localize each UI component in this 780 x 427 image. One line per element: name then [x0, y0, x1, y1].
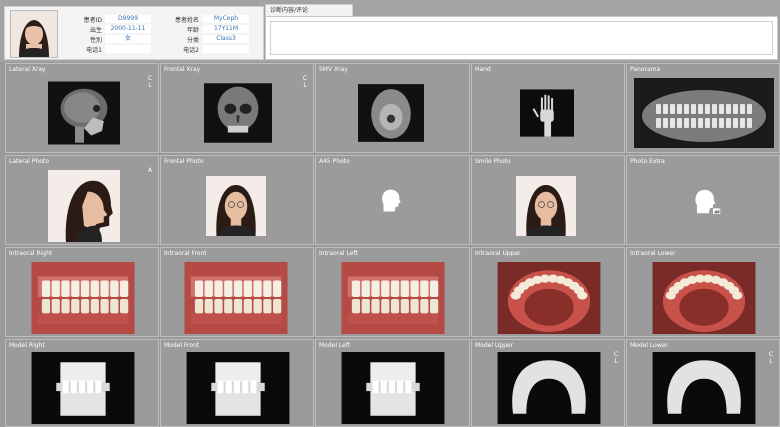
phone2-label: 电话2: [183, 47, 199, 54]
diagnosis-tab[interactable]: 诊断内容/评论: [265, 4, 353, 16]
image-slot-model-upper[interactable]: Model Upper C L: [471, 339, 625, 427]
image-slot-title: Lateral Photo: [9, 158, 49, 165]
phone2-value: [203, 45, 249, 53]
age-label: 年龄: [186, 27, 199, 34]
image-slot-model-left[interactable]: Model Left: [315, 339, 470, 427]
patient-photo-icon[interactable]: [206, 170, 266, 242]
image-slot-model-lower[interactable]: Model Lower C L: [626, 339, 780, 427]
xray-image-icon[interactable]: [633, 78, 775, 148]
image-slot-frontal-photo[interactable]: Frontal Photo: [160, 155, 314, 245]
birth-value: 2000-11-11: [105, 25, 151, 33]
image-slot-title: Model Right: [9, 342, 45, 349]
image-slot-title: Model Lower: [630, 342, 668, 349]
patient-photo-icon[interactable]: [48, 170, 120, 242]
phone1-value: [105, 45, 151, 53]
image-slot-intraoral-front[interactable]: Intraoral Front: [160, 247, 314, 337]
image-slot-photo-extra[interactable]: Photo Extra: [626, 155, 780, 245]
calibration-marker[interactable]: A: [146, 167, 154, 174]
image-slot-model-front[interactable]: Model Front: [160, 339, 314, 427]
image-slot-title: Lateral Xray: [9, 66, 46, 73]
dental-model-image-icon[interactable]: [490, 352, 608, 424]
intraoral-teeth-image-icon[interactable]: [28, 262, 138, 334]
intraoral-teeth-image-icon[interactable]: [649, 262, 759, 334]
patient-info-card: 患者ID D9999 出生 2000-11-11 性別 女 电话1 患者姓名 M…: [4, 6, 264, 60]
image-slot-intraoral-upper[interactable]: Intraoral Upper: [471, 247, 625, 337]
image-slot-a45-photo[interactable]: A45 Photo: [315, 155, 470, 245]
image-slot-model-right[interactable]: Model Right: [5, 339, 159, 427]
image-slot-panorama[interactable]: Panorama: [626, 63, 780, 153]
image-slot-title: Photo Extra: [630, 158, 665, 165]
image-slot-title: SMV Xray: [319, 66, 348, 73]
image-slot-title: Model Upper: [475, 342, 514, 349]
patient-header: 患者ID D9999 出生 2000-11-11 性別 女 电话1 患者姓名 M…: [0, 0, 780, 62]
image-slot-title: Frontal Xray: [164, 66, 201, 73]
intraoral-teeth-image-icon[interactable]: [338, 262, 448, 334]
phone1-label: 电话1: [86, 47, 102, 54]
birth-label: 出生: [89, 27, 102, 34]
head-silhouette-placeholder-icon[interactable]: [376, 186, 406, 216]
gender-label: 性別: [89, 37, 102, 44]
dental-model-image-icon[interactable]: [334, 352, 452, 424]
image-slot-title: Panorama: [630, 66, 661, 73]
dental-model-image-icon[interactable]: [645, 352, 763, 424]
class-label: 分类: [186, 37, 199, 44]
image-grid: Lateral Xray C L Frontal Xray C L SMV Xray Ha…: [0, 63, 780, 427]
xray-image-icon[interactable]: [204, 78, 272, 148]
dental-model-image-icon[interactable]: [179, 352, 297, 424]
image-slot-lateral-xray[interactable]: Lateral Xray C L: [5, 63, 159, 153]
patient-avatar[interactable]: [10, 10, 58, 58]
image-slot-title: Intraoral Front: [164, 250, 207, 257]
image-slot-title: Model Left: [319, 342, 351, 349]
xray-image-icon[interactable]: [48, 78, 120, 148]
patient-id-value: D9999: [105, 15, 151, 23]
head-silhouette-placeholder-icon[interactable]: [684, 186, 726, 218]
image-slot-intraoral-left[interactable]: Intraoral Left: [315, 247, 470, 337]
patient-photo-icon[interactable]: [516, 170, 576, 242]
xray-image-icon[interactable]: [520, 78, 574, 148]
image-slot-title: Frontal Photo: [164, 158, 204, 165]
image-slot-lateral-photo[interactable]: Lateral Photo A: [5, 155, 159, 245]
image-slot-title: Hand: [475, 66, 491, 73]
xray-image-icon[interactable]: [358, 78, 424, 148]
patient-name-label: 患者姓名: [174, 17, 199, 24]
image-slot-hand[interactable]: Hand: [471, 63, 625, 153]
patient-face-icon: [11, 11, 57, 57]
calibration-marker[interactable]: C L: [146, 75, 154, 89]
calibration-marker[interactable]: C L: [767, 351, 775, 365]
gender-value: 女: [105, 35, 151, 43]
age-value: 17Y11M: [203, 25, 249, 33]
image-slot-title: A45 Photo: [319, 158, 350, 165]
image-slot-frontal-xray[interactable]: Frontal Xray C L: [160, 63, 314, 153]
image-slot-title: Intraoral Lower: [630, 250, 676, 257]
diagnosis-comment-field[interactable]: [270, 21, 773, 55]
image-slot-title: Intraoral Left: [319, 250, 358, 257]
calibration-marker[interactable]: C L: [301, 75, 309, 89]
calibration-marker[interactable]: C L: [612, 351, 620, 365]
image-slot-title: Intraoral Right: [9, 250, 53, 257]
image-slot-smile-photo[interactable]: Smile Photo: [471, 155, 625, 245]
image-slot-smv-xray[interactable]: SMV Xray: [315, 63, 470, 153]
intraoral-teeth-image-icon[interactable]: [494, 262, 604, 334]
image-slot-title: Intraoral Upper: [475, 250, 521, 257]
image-slot-title: Model Front: [164, 342, 200, 349]
dental-model-image-icon[interactable]: [24, 352, 142, 424]
image-slot-intraoral-right[interactable]: Intraoral Right: [5, 247, 159, 337]
image-slot-title: Smile Photo: [475, 158, 511, 165]
diagnosis-panel: [265, 16, 778, 60]
patient-name-value: MyCeph: [203, 15, 249, 23]
patient-id-label: 患者ID: [83, 17, 102, 24]
image-slot-intraoral-lower[interactable]: Intraoral Lower: [626, 247, 780, 337]
intraoral-teeth-image-icon[interactable]: [181, 262, 291, 334]
class-value: Class3: [203, 35, 249, 43]
